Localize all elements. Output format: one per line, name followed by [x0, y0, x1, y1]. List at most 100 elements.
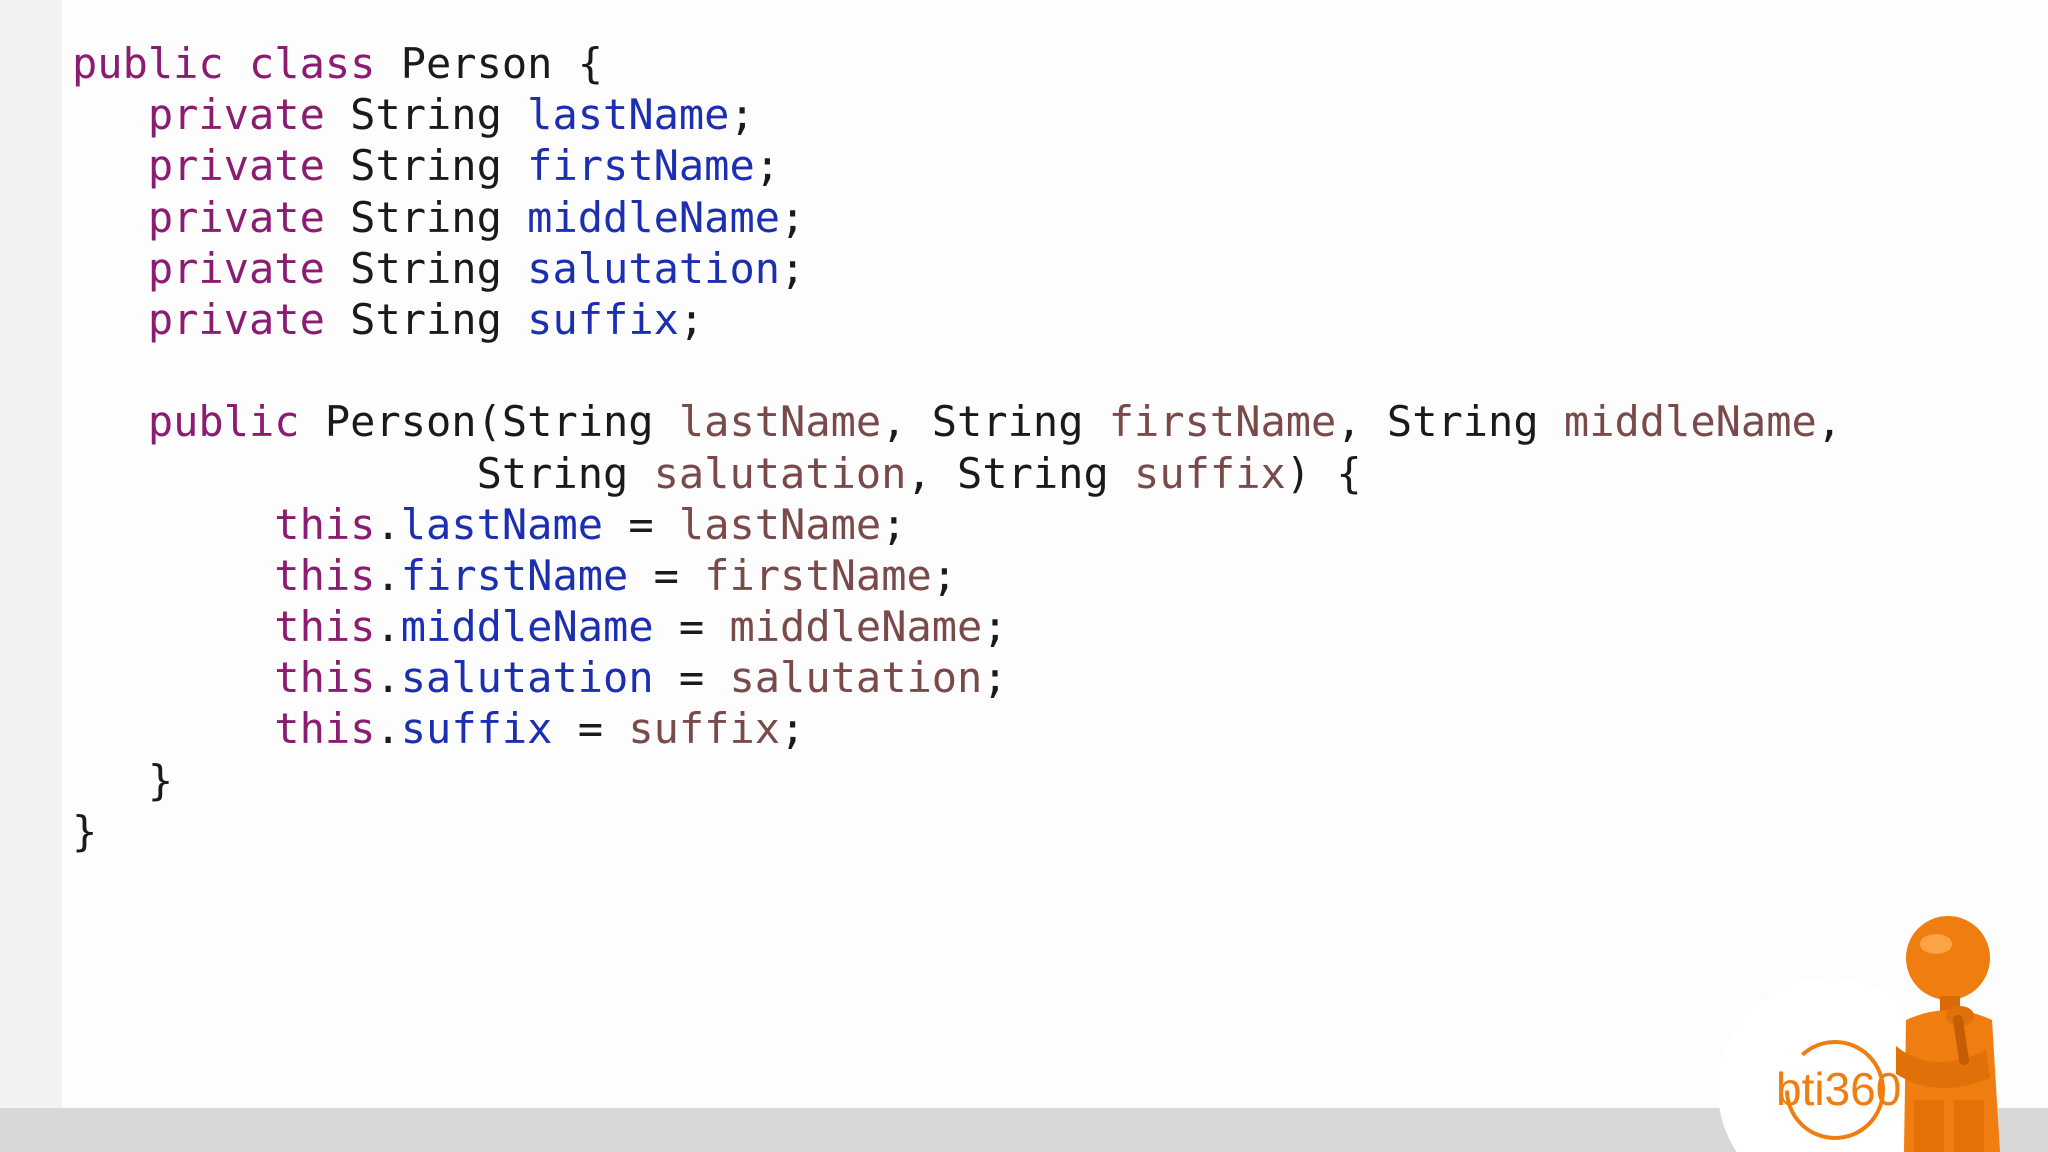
presenter-figure-icon	[1896, 916, 2000, 1152]
code-token: ,	[1816, 397, 1843, 447]
code-token: firstName	[704, 550, 932, 600]
code-token: this	[274, 499, 376, 549]
code-line: private String firstName;	[72, 140, 1842, 191]
code-line: public Person(String lastName, String fi…	[72, 396, 1842, 447]
code-token: private	[147, 192, 351, 242]
code-token: suffix	[1134, 448, 1286, 498]
code-token: String	[350, 294, 528, 344]
code-token: .	[375, 550, 401, 600]
code-token: , String	[1336, 397, 1564, 447]
code-line: this.firstName = firstName;	[72, 550, 1842, 601]
code-token: ) {	[1285, 448, 1362, 498]
code-token: ;	[678, 294, 705, 344]
code-token: private	[147, 294, 351, 344]
code-token: , String	[906, 448, 1135, 498]
code-token: ;	[754, 141, 781, 191]
logo-text: bti360	[1776, 1063, 1901, 1115]
code-token: ;	[729, 90, 755, 140]
bti360-logo: bti360	[1718, 916, 2000, 1152]
code-token: .	[375, 704, 401, 754]
code-line: public class Person {	[72, 38, 1842, 89]
code-block: public class Person { private String las…	[72, 38, 1842, 857]
code-token: String	[350, 243, 528, 293]
code-token: firstName	[400, 550, 629, 600]
code-token: private	[147, 90, 351, 140]
code-token: =	[628, 550, 705, 600]
code-token: String	[72, 448, 654, 498]
code-token: lastName	[678, 499, 882, 549]
code-line: }	[72, 806, 1842, 857]
slide: public class Person { private String las…	[0, 0, 2048, 1152]
code-token: String	[350, 192, 528, 242]
code-token: this	[274, 602, 376, 652]
code-token: Person(String	[324, 397, 679, 447]
code-line: private String lastName;	[72, 89, 1842, 140]
code-line: private String middleName;	[72, 192, 1842, 243]
code-line: this.middleName = middleName;	[72, 601, 1842, 652]
code-token: private	[147, 243, 351, 293]
code-token: middleName	[729, 602, 983, 652]
code-token: ;	[881, 499, 907, 549]
code-token: ;	[780, 704, 806, 754]
code-token: suffix	[527, 294, 679, 344]
code-token: lastName	[400, 499, 604, 549]
code-token: String	[350, 90, 528, 140]
code-token: middleName	[527, 192, 781, 242]
code-token: salutation	[527, 243, 781, 293]
code-token: this	[274, 550, 376, 600]
code-token: .	[375, 499, 401, 549]
code-token: this	[274, 653, 376, 703]
code-token: lastName	[527, 90, 730, 140]
code-line: this.lastName = lastName;	[72, 499, 1842, 550]
code-token: ;	[931, 550, 958, 600]
code-token: .	[375, 602, 401, 652]
code-token: ;	[982, 653, 1008, 703]
code-token: firstName	[1108, 397, 1337, 447]
code-token: salutation	[653, 448, 907, 498]
code-token: }	[72, 806, 98, 856]
code-line: private String suffix;	[72, 294, 1842, 345]
code-token: public	[147, 397, 325, 447]
code-token: Person {	[400, 39, 604, 88]
code-token: firstName	[527, 141, 755, 191]
code-token: suffix	[400, 704, 553, 754]
slide-left-margin	[0, 0, 62, 1108]
code-token: salutation	[729, 653, 983, 703]
code-token: }	[72, 755, 174, 805]
code-token: , String	[881, 397, 1109, 447]
code-token: =	[603, 499, 679, 549]
code-token: middleName	[1563, 397, 1817, 447]
code-line: private String salutation;	[72, 243, 1842, 294]
code-line: }	[72, 755, 1842, 806]
code-line: String salutation, String suffix) {	[72, 448, 1842, 499]
code-token: ;	[982, 602, 1008, 652]
code-token: String	[350, 141, 528, 191]
code-token: middleName	[400, 602, 654, 652]
code-token: ;	[780, 243, 806, 293]
code-token: =	[653, 602, 730, 652]
code-token: =	[552, 704, 629, 754]
code-token: =	[653, 653, 730, 703]
code-line: this.suffix = suffix;	[72, 703, 1842, 754]
code-token: lastName	[678, 397, 882, 447]
code-token: salutation	[400, 653, 654, 703]
code-line: this.salutation = salutation;	[72, 652, 1842, 703]
code-token: private	[147, 141, 351, 191]
code-token: public class	[72, 39, 401, 88]
code-token: .	[375, 653, 401, 703]
code-token: suffix	[628, 704, 781, 754]
code-token: ;	[780, 192, 806, 242]
code-token: this	[274, 704, 376, 754]
